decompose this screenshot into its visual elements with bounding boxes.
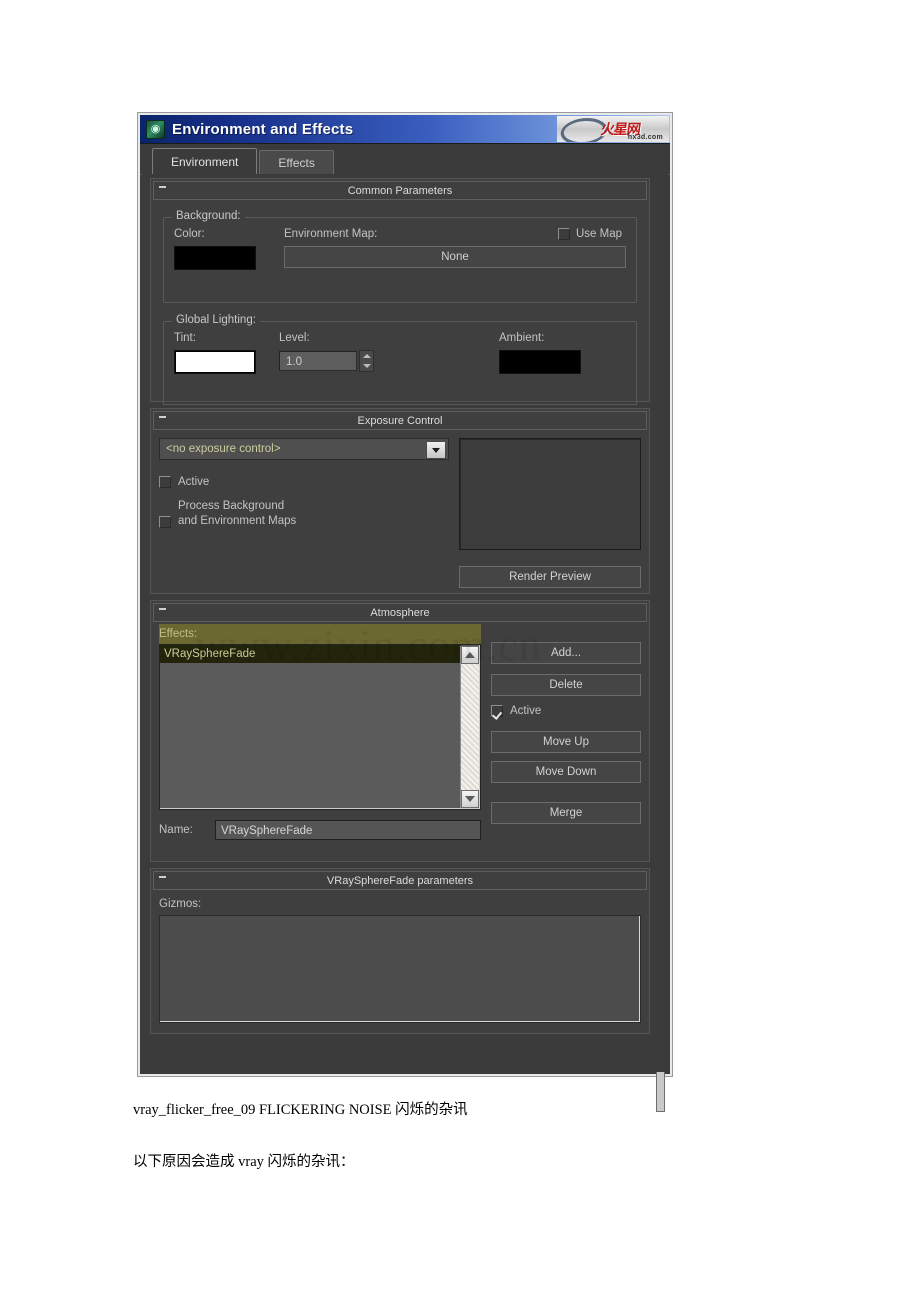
rollout-exposure-control: Exposure Control <no exposure control> A… <box>150 408 650 594</box>
tint-color-swatch[interactable] <box>174 350 256 374</box>
scroll-up-icon[interactable] <box>461 646 479 664</box>
scroll-down-icon[interactable] <box>461 790 479 808</box>
group-global-lighting: Global Lighting: Tint: Level: 1.0 Ambien… <box>163 314 637 405</box>
environment-map-button[interactable]: None <box>284 246 626 268</box>
move-down-button[interactable]: Move Down <box>491 761 641 783</box>
group-label-background: Background: <box>172 210 245 222</box>
level-spinner[interactable] <box>359 350 374 372</box>
environment-and-effects-dialog: ◉ Environment and Effects 火星网 hx3d.com E… <box>138 113 672 1112</box>
dialog-body: Common Parameters Background: Color: Env… <box>142 174 668 1072</box>
logo-subtext: hx3d.com <box>627 134 663 141</box>
rollout-title-common-parameters: Common Parameters <box>347 184 453 197</box>
level-input[interactable]: 1.0 <box>279 351 357 371</box>
rollout-header-vraysphrefade[interactable]: VRaySphereFade parameters <box>153 871 647 890</box>
rollout-header-exposure-control[interactable]: Exposure Control <box>153 411 647 430</box>
move-up-button[interactable]: Move Up <box>491 731 641 753</box>
gizmos-listbox[interactable] <box>159 915 641 1023</box>
rollout-body-common-parameters: Background: Color: Environment Map: Use … <box>151 202 649 419</box>
rollout-body-exposure-control: <no exposure control> Active Process Bac… <box>151 432 649 596</box>
label-effects: Effects: <box>159 628 198 640</box>
dialog-titlebar: ◉ Environment and Effects 火星网 hx3d.com <box>140 115 670 144</box>
background-color-swatch[interactable] <box>174 246 256 270</box>
rollout-body-vraysphrefade: Gizmos: <box>151 892 649 1031</box>
label-use-map: Use Map <box>575 228 622 240</box>
label-gizmos: Gizmos: <box>159 898 202 910</box>
tab-environment[interactable]: Environment <box>152 148 258 174</box>
chevron-down-icon[interactable] <box>426 441 446 459</box>
process-background-checkbox[interactable] <box>159 516 171 528</box>
merge-button[interactable]: Merge <box>491 802 641 824</box>
exposure-control-selected-value: <no exposure control> <box>166 443 281 455</box>
label-process-background-line1: Process Background <box>178 500 285 512</box>
add-effect-button[interactable]: Add... <box>491 642 641 664</box>
collapse-icon <box>159 608 166 610</box>
label-ambient: Ambient: <box>499 332 545 344</box>
exposure-preview-thumbnail <box>459 438 641 550</box>
spinner-down-icon[interactable] <box>362 364 371 368</box>
rollout-vraysphrefade-parameters: VRaySphereFade parameters Gizmos: <box>150 868 650 1034</box>
environment-effects-icon: ◉ <box>146 119 165 139</box>
rollout-title-exposure-control: Exposure Control <box>357 414 443 427</box>
dialog-title: Environment and Effects <box>172 120 354 138</box>
rollout-title-atmosphere: Atmosphere <box>370 606 430 619</box>
effects-listbox-scrollbar[interactable] <box>460 646 479 808</box>
effects-listbox[interactable]: VRaySphereFade <box>159 644 481 810</box>
tab-effects-label: Effects <box>278 156 315 170</box>
label-exposure-active: Active <box>178 476 210 488</box>
label-process-background-line2: and Environment Maps <box>178 515 297 527</box>
caption-line-2: 以下原因会造成 vray 闪烁的杂讯： <box>133 1154 355 1170</box>
hx3d-logo: 火星网 hx3d.com <box>557 116 669 142</box>
rollout-header-common-parameters[interactable]: Common Parameters <box>153 181 647 200</box>
collapse-icon <box>159 876 166 878</box>
rollout-atmosphere: Atmosphere Effects: VRaySphereFade Name:… <box>150 600 650 862</box>
spinner-up-icon[interactable] <box>362 354 371 358</box>
caption-line-1: vray_flicker_free_09 FLICKERING NOISE 闪烁… <box>133 1102 468 1118</box>
label-level: Level: <box>279 332 310 344</box>
label-atmosphere-active: Active <box>510 705 542 717</box>
label-tint: Tint: <box>174 332 196 344</box>
exposure-active-checkbox[interactable] <box>159 476 171 488</box>
label-name: Name: <box>159 824 193 836</box>
ambient-color-swatch[interactable] <box>499 350 581 374</box>
render-preview-button[interactable]: Render Preview <box>459 566 641 588</box>
delete-effect-button[interactable]: Delete <box>491 674 641 696</box>
tab-environment-label: Environment <box>171 155 239 169</box>
rollout-common-parameters: Common Parameters Background: Color: Env… <box>150 178 650 405</box>
list-item[interactable]: VRaySphereFade <box>160 645 461 663</box>
tab-effects[interactable]: Effects <box>259 150 334 174</box>
exposure-control-dropdown[interactable]: <no exposure control> <box>159 438 449 460</box>
group-label-global-lighting: Global Lighting: <box>172 314 260 326</box>
rollout-body-atmosphere: Effects: VRaySphereFade Name: VRaySphere… <box>151 624 649 848</box>
atmosphere-active-checkbox[interactable] <box>491 705 503 717</box>
label-color: Color: <box>174 228 205 240</box>
use-map-checkbox[interactable] <box>557 228 570 240</box>
rollout-header-atmosphere[interactable]: Atmosphere <box>153 603 647 622</box>
effect-name-input[interactable]: VRaySphereFade <box>215 820 481 840</box>
rollout-title-vraysphrefade: VRaySphereFade parameters <box>326 874 474 887</box>
tabstrip: Environment Effects <box>140 144 670 175</box>
group-background: Background: Color: Environment Map: Use … <box>163 210 637 303</box>
collapse-icon <box>159 416 166 418</box>
label-environment-map: Environment Map: <box>284 228 378 240</box>
collapse-icon <box>159 186 166 188</box>
